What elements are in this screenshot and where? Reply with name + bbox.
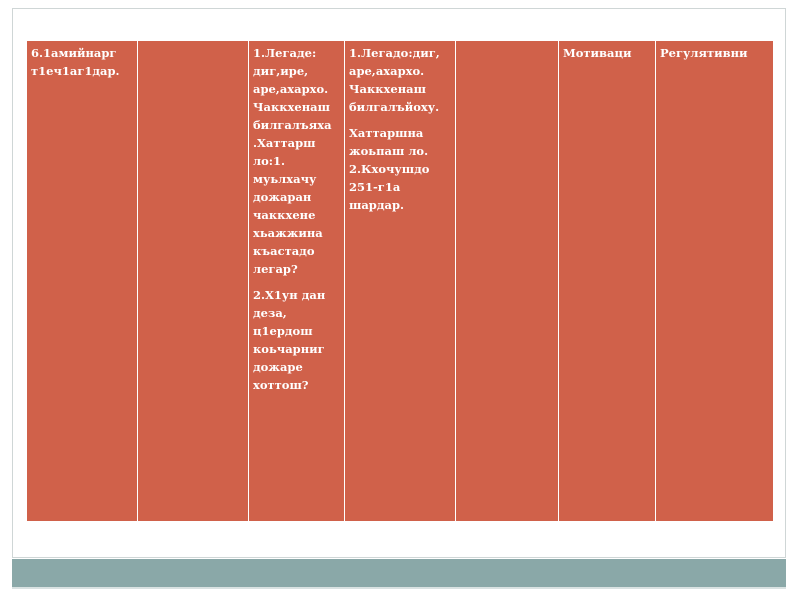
cell-student-activity: 1.Легадо:диг, аре,ахархо. Чаккхенаш билг…	[344, 40, 456, 522]
cell-text: Мотиваци	[563, 46, 632, 60]
cell-text: 6.1амийнарг т1еч1аг1дар.	[31, 46, 120, 78]
cell-text: 1.Легадо:диг, аре,ахархо. Чаккхенаш билг…	[349, 46, 440, 114]
cell-text: 1.Легаде: диг,ире, аре,ахархо. Чаккхенаш…	[253, 46, 332, 276]
lesson-table: 6.1амийнарг т1еч1аг1дар. 1.Легаде: диг,и…	[26, 40, 774, 522]
cell-empty-1	[137, 40, 249, 522]
cell-regulative: Регулятивни	[655, 40, 774, 522]
cell-stage: 6.1амийнарг т1еч1аг1дар.	[26, 40, 138, 522]
cell-text: Регулятивни	[660, 46, 748, 60]
cell-motivation: Мотиваци	[558, 40, 656, 522]
slide-bottom-line	[12, 587, 786, 589]
cell-text: 2.Х1ун дан деза, ц1ердош коьчарниг дожар…	[253, 288, 326, 392]
cell-teacher-activity: 1.Легаде: диг,ире, аре,ахархо. Чаккхенаш…	[248, 40, 345, 522]
cell-empty-2	[455, 40, 559, 522]
table-row: 6.1амийнарг т1еч1аг1дар. 1.Легаде: диг,и…	[26, 40, 774, 522]
slide-bottom-bar	[12, 559, 786, 587]
cell-text: Хаттаршна жоьпаш ло. 2.Кхочушдо 251-г1а …	[349, 126, 430, 212]
